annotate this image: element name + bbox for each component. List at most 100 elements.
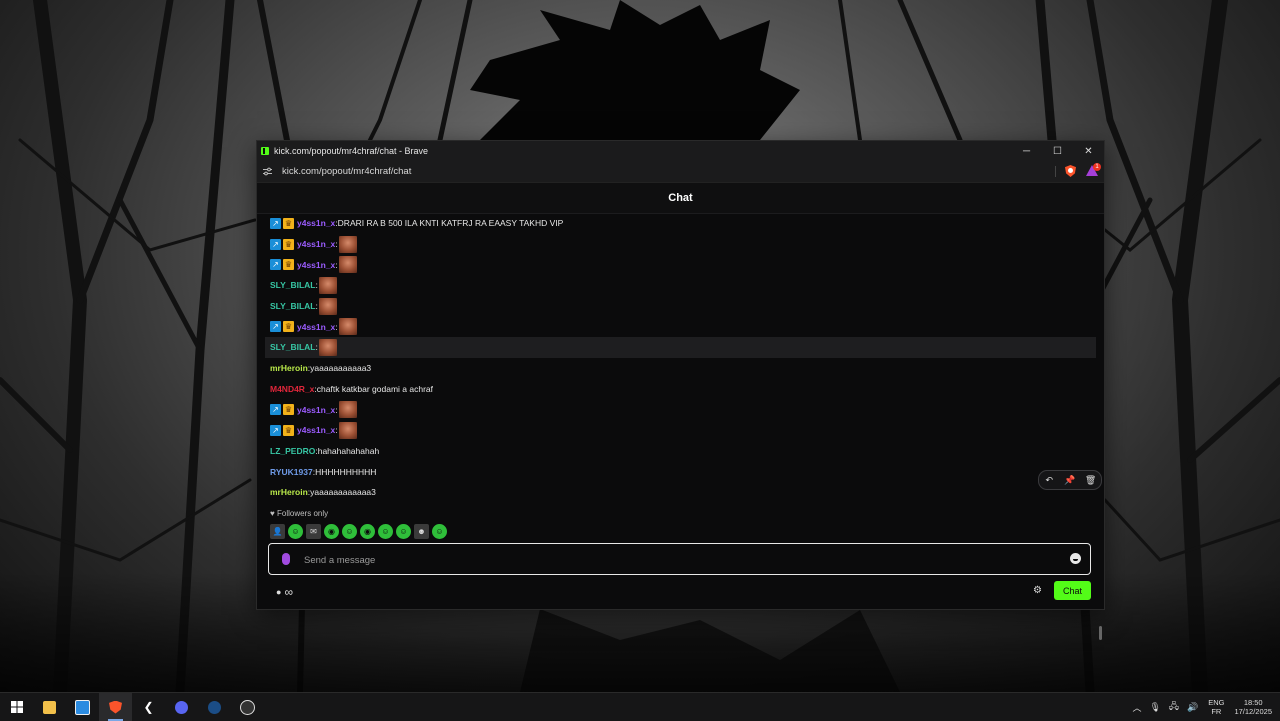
language-indicator[interactable]: ENG FR bbox=[1208, 698, 1224, 716]
chat-username[interactable]: y4ss1n_x bbox=[297, 405, 335, 415]
emote-image[interactable] bbox=[338, 235, 357, 253]
sub-badge-icon: ↗ bbox=[270, 424, 281, 436]
chat-username[interactable]: RYUK1937 bbox=[270, 467, 313, 477]
infinity-icon[interactable]: ∞ bbox=[284, 585, 293, 599]
emote-item[interactable]: ☺ bbox=[396, 524, 411, 539]
emote-item[interactable]: 👤 bbox=[270, 524, 285, 539]
chat-username[interactable]: SLY_BILAL bbox=[270, 280, 316, 290]
emote-item[interactable]: ✉ bbox=[306, 524, 321, 539]
chat-message[interactable]: SLY_BILAL: bbox=[265, 296, 1096, 317]
emote-item[interactable]: ☺ bbox=[432, 524, 447, 539]
followers-only-label: Followers only bbox=[276, 509, 329, 518]
brave-shields-icon[interactable] bbox=[1065, 165, 1076, 177]
message-actions: ↶ 📌 🗑 bbox=[1038, 470, 1102, 490]
chat-message[interactable]: SLY_BILAL: bbox=[265, 337, 1096, 358]
chat-message[interactable]: ↗ ♛ y4ss1n_x: DRARI RA B 500 ILA KNTI KATF… bbox=[265, 213, 1096, 234]
crown-badge-icon: ♛ bbox=[283, 424, 294, 436]
chat-message[interactable]: mrHeroin: yaaaaaaaaaaaa3 bbox=[265, 482, 1096, 503]
chat-username[interactable]: LZ_PEDRO bbox=[270, 446, 315, 456]
emote-image[interactable] bbox=[318, 338, 337, 356]
chat-colon: : bbox=[335, 239, 338, 250]
chat-message[interactable]: SLY_BILAL: bbox=[265, 275, 1096, 296]
rewards-badge: 1 bbox=[1093, 163, 1101, 171]
chat-colon: : bbox=[335, 404, 338, 415]
sub-badge-icon: ↗ bbox=[270, 321, 281, 333]
chat-message-text: chaftk katkbar godami a achraf bbox=[316, 383, 434, 394]
windows-start-button[interactable] bbox=[0, 693, 33, 721]
chat-message[interactable]: RYUK1937: HHHHHHHHHH bbox=[265, 461, 1096, 482]
emote-image[interactable] bbox=[338, 256, 357, 274]
window-title: kick.com/popout/mr4chraf/chat - Brave bbox=[274, 146, 429, 156]
file-explorer-icon[interactable] bbox=[33, 693, 66, 721]
chat-messages: ↗ ♛ y4ss1n_x: DRARI RA B 500 ILA KNTI KATF… bbox=[265, 213, 1096, 503]
network-icon[interactable]: 🖧 bbox=[1169, 699, 1179, 715]
send-chat-button[interactable]: Chat bbox=[1054, 581, 1091, 600]
minimize-button[interactable]: ─ bbox=[1011, 141, 1042, 161]
back-app-icon[interactable]: ❮ bbox=[132, 693, 165, 721]
brave-taskbar-icon[interactable] bbox=[99, 693, 132, 721]
steam-icon[interactable] bbox=[198, 693, 231, 721]
clock[interactable]: 18:50 17/12/2025 bbox=[1234, 698, 1272, 716]
clock-time: 18:50 bbox=[1243, 698, 1263, 707]
chat-username[interactable]: mrHeroin bbox=[270, 363, 308, 373]
emote-item[interactable]: ☺ bbox=[288, 524, 303, 539]
volume-icon[interactable]: 🔊 bbox=[1187, 702, 1198, 713]
chat-message-text: yaaaaaaaaaaa3 bbox=[310, 363, 372, 374]
obs-icon[interactable] bbox=[231, 693, 264, 721]
community-icon[interactable]: ● bbox=[276, 587, 281, 597]
crown-badge-icon: ♛ bbox=[283, 321, 294, 333]
chat-username[interactable]: SLY_BILAL bbox=[270, 342, 316, 352]
chat-username[interactable]: y4ss1n_x bbox=[297, 218, 335, 228]
reply-icon[interactable]: ↶ bbox=[1042, 475, 1056, 486]
chat-message[interactable]: M4ND4R_x: chaftk katkbar godami a achraf bbox=[265, 379, 1096, 400]
emote-item[interactable]: ◉ bbox=[324, 524, 339, 539]
title-bar: kick.com/popout/mr4chraf/chat - Brave ─ … bbox=[257, 141, 1104, 161]
emote-image[interactable] bbox=[318, 297, 337, 315]
chat-scrollbar[interactable] bbox=[1099, 626, 1102, 640]
chat-title: Chat bbox=[668, 192, 693, 204]
chat-message[interactable]: ↗ ♛ y4ss1n_x: bbox=[265, 234, 1096, 255]
system-tray: ︿ 🎙 🖧 🔊 ENG FR 18:50 17/12/2025 bbox=[1128, 693, 1280, 721]
microphone-icon[interactable] bbox=[282, 553, 290, 565]
delete-icon[interactable]: 🗑 bbox=[1084, 475, 1098, 486]
discord-icon[interactable] bbox=[165, 693, 198, 721]
chat-username[interactable]: y4ss1n_x bbox=[297, 239, 335, 249]
chat-colon: : bbox=[335, 259, 338, 270]
emote-item[interactable]: ☺ bbox=[342, 524, 357, 539]
maximize-button[interactable]: ☐ bbox=[1042, 141, 1073, 161]
emote-image[interactable] bbox=[318, 276, 337, 294]
chat-message[interactable]: ↗ ♛ y4ss1n_x: bbox=[265, 254, 1096, 275]
emote-item[interactable]: ☺ bbox=[378, 524, 393, 539]
chat-settings-icon[interactable]: ⚙ bbox=[1033, 585, 1042, 596]
emote-item[interactable]: ☻ bbox=[414, 524, 429, 539]
sub-badge-icon: ↗ bbox=[270, 217, 281, 229]
heart-icon: ♥ bbox=[270, 509, 277, 518]
chat-colon: : bbox=[315, 301, 318, 312]
chevron-up-icon[interactable]: ︿ bbox=[1132, 701, 1141, 714]
site-info-icon[interactable] bbox=[262, 167, 272, 177]
chat-message[interactable]: LZ_PEDRO: hahahahahahah bbox=[265, 441, 1096, 462]
message-input[interactable] bbox=[302, 549, 1046, 571]
chat-username[interactable]: y4ss1n_x bbox=[297, 425, 335, 435]
url-text[interactable]: kick.com/popout/mr4chraf/chat bbox=[282, 166, 411, 177]
close-button[interactable]: ✕ bbox=[1073, 141, 1104, 161]
microsoft-store-icon[interactable] bbox=[66, 693, 99, 721]
chat-message[interactable]: ↗ ♛ y4ss1n_x: bbox=[265, 316, 1096, 337]
chat-message[interactable]: ↗ ♛ y4ss1n_x: bbox=[265, 420, 1096, 441]
pin-icon[interactable]: 📌 bbox=[1063, 475, 1077, 486]
chat-message-text: HHHHHHHHHH bbox=[315, 466, 377, 477]
emote-image[interactable] bbox=[338, 421, 357, 439]
chat-username[interactable]: y4ss1n_x bbox=[297, 322, 335, 332]
chat-message[interactable]: ↗ ♛ y4ss1n_x: bbox=[265, 399, 1096, 420]
emote-image[interactable] bbox=[338, 401, 357, 419]
chat-message[interactable]: mrHeroin: yaaaaaaaaaaa3 bbox=[265, 358, 1096, 379]
chat-username[interactable]: mrHeroin bbox=[270, 487, 308, 497]
emote-item[interactable]: ◉ bbox=[360, 524, 375, 539]
chat-username[interactable]: SLY_BILAL bbox=[270, 301, 316, 311]
emote-image[interactable] bbox=[338, 318, 357, 336]
chat-username[interactable]: M4ND4R_x bbox=[270, 384, 314, 394]
chat-username[interactable]: y4ss1n_x bbox=[297, 260, 335, 270]
microphone-tray-icon[interactable]: 🎙 bbox=[1149, 702, 1160, 713]
emoji-picker-icon[interactable] bbox=[1070, 553, 1081, 564]
taskbar: ❮ ︿ 🎙 🖧 🔊 ENG FR 18:50 17/12/2025 bbox=[0, 692, 1280, 721]
